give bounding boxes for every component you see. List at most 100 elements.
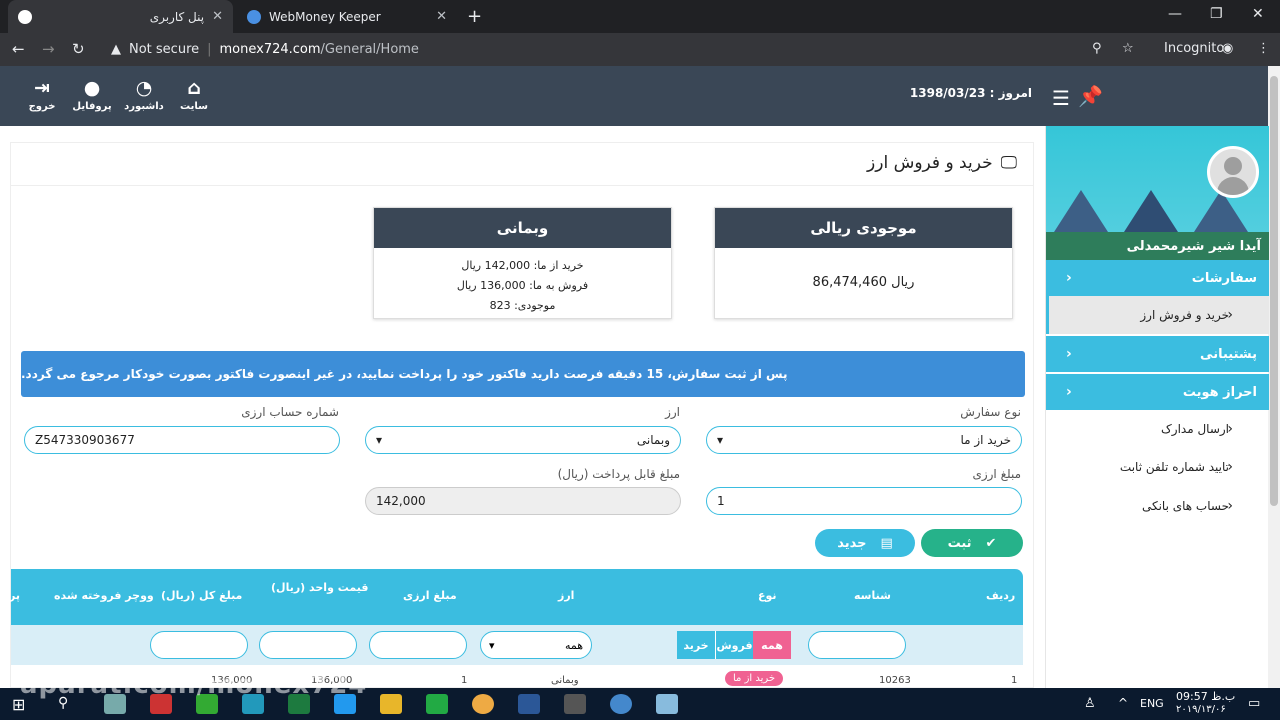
zoom-icon[interactable]: ⚲ [1092,41,1102,56]
maximize-icon[interactable]: ❐ [1210,6,1223,22]
calculator-icon[interactable] [564,694,586,714]
sidebar-item-buy-sell[interactable]: خرید و فروش ارز‹ [1046,296,1269,334]
filter-id-input[interactable] [808,631,906,659]
sidebar-item-support[interactable]: پشتیبانی‹ [1046,336,1269,372]
new-tab-button[interactable]: + [467,6,482,27]
chevron-left-icon: ‹ [1066,270,1072,286]
tab-title: پنل کاربری [40,10,204,24]
type-filter: خرید فروش همه [677,631,791,659]
tab-user-panel[interactable]: پنل کاربری ✕ [8,0,233,33]
language-indicator[interactable]: ENG [1140,697,1164,710]
avatar-head [1224,157,1242,175]
forward-icon[interactable]: → [42,40,55,58]
site-button[interactable]: ⌂سایت [172,78,216,112]
security-label: Not secure [129,42,199,57]
save-button[interactable]: ثبت ✔ [921,529,1023,557]
incognito-label: Incognito [1164,41,1224,56]
app-icon[interactable] [426,694,448,714]
account-input[interactable]: Z547330903677 [24,426,340,454]
minimize-icon[interactable]: — [1168,6,1182,22]
col-more: پر [9,589,20,602]
save-label: ثبت [948,536,972,551]
profile-button[interactable]: ●پروفایل [70,78,114,112]
word-icon[interactable] [518,694,540,714]
card-title: موجودی ریالی [715,208,1012,248]
hamburger-icon[interactable]: ☰ [1052,86,1070,110]
currency-select[interactable]: وبمانی ▾ [365,426,681,454]
filter-currency-select[interactable]: همه▾ [480,631,592,659]
sidebar-item-orders[interactable]: سفارشات‹ [1046,260,1269,296]
profile-banner: آیدا شیر شیرمحمدلی [1046,126,1269,260]
file-icon: ▤ [880,536,892,551]
pin-icon[interactable]: 📌 [1078,84,1103,108]
new-button[interactable]: جدید▤ [815,529,915,557]
caret-down-icon: ▾ [376,433,382,447]
card-title: وبمانی [374,208,671,248]
webmoney-card: وبمانی خرید از ما: 142,000 ریال فروش به … [373,207,672,319]
star-icon[interactable]: ☆ [1122,41,1134,56]
url-field[interactable]: ▲ Not secure | monex724.com/General/Home [105,37,1155,62]
filter-unit-price-input[interactable] [259,631,357,659]
sidebar-item-bank-accounts[interactable]: حساب های بانکی‹ [1046,487,1269,525]
check-icon: ✔ [986,536,997,551]
col-voucher: ووچر فروخته شده [54,589,154,602]
app-header: ⇥خروج ●پروفایل ◔داشبورد ⌂سایت امروز : 13… [0,66,1268,126]
chevron-up-icon[interactable]: ^ [1118,696,1128,710]
buy-price: خرید از ما: 142,000 ریال [374,256,671,276]
rial-balance-value: 86,474,460 ریال [715,248,1012,293]
filter-sell-button[interactable]: فروش [715,631,753,659]
sidebar-item-documents[interactable]: ارسال مدارک‹ [1046,410,1269,448]
window-close-icon[interactable]: ✕ [1252,6,1264,22]
page-title: 🖵خرید و فروش ارز [867,153,1017,173]
chevron-left-icon: ‹ [1227,459,1233,475]
dashboard-button[interactable]: ◔داشبورد [122,78,166,112]
stock: موجودی: 823 [374,296,671,316]
caret-down-icon: ▾ [717,433,723,447]
chrome-icon[interactable] [472,694,494,714]
reload-icon[interactable]: ↻ [72,40,85,58]
col-type: نوع [758,589,777,602]
order-type-select[interactable]: خرید از ما▾ [706,426,1022,454]
filter-buy-button[interactable]: خرید [677,631,715,659]
watermark: aparat.com/monex724 [20,670,367,700]
sidebar-item-verification[interactable]: احراز هویت ‹ [1046,374,1269,410]
incognito-icon[interactable]: ◉ [1222,41,1233,56]
url-separator: | [207,42,211,57]
sidebar-item-label: پشتیبانی [1200,347,1257,362]
payable-label: مبلغ قابل پرداخت (ریال) [558,467,680,481]
app-icon[interactable] [610,694,632,714]
globe-icon [18,10,32,24]
address-bar: ← → ↻ ▲ Not secure | monex724.com/Genera… [0,33,1280,66]
filter-total-input[interactable] [150,631,248,659]
scrollbar-thumb[interactable] [1270,76,1278,506]
people-icon[interactable]: ♙ [1084,696,1096,711]
app-icon[interactable] [656,694,678,714]
page-scrollbar[interactable] [1268,66,1280,688]
currency-label: ارز [665,405,680,419]
sidebar-item-label: احراز هویت [1183,385,1257,400]
sidebar-item-phone[interactable]: تایید شماره تلفن ثابت‹ [1046,448,1269,486]
sell-price: فروش به ما: 136,000 ریال [374,276,671,296]
filter-all-button[interactable]: همه [753,631,791,659]
notification-icon[interactable]: ▭ [1248,696,1260,711]
close-tab-icon[interactable]: ✕ [436,9,447,24]
chevron-left-icon: ‹ [1227,498,1233,514]
user-icon: ● [70,78,114,98]
sidebar-item-label: حساب های بانکی [1142,499,1229,513]
filter-amount-input[interactable] [369,631,467,659]
logout-button[interactable]: ⇥خروج [20,78,64,112]
card-body: خرید از ما: 142,000 ریال فروش به ما: 136… [374,248,671,316]
folder-icon[interactable] [380,694,402,714]
url-domain: monex724.com [220,42,321,57]
currency-value: وبمانی [637,433,670,447]
col-unit-price: قیمت واحد (ریال) [271,581,368,594]
sidebar-item-label: ارسال مدارک [1161,422,1229,436]
chevron-left-icon: ‹ [1066,384,1072,400]
sidebar-item-label: تایید شماره تلفن ثابت [1120,460,1229,474]
tab-webmoney[interactable]: WebMoney Keeper ✕ [237,0,457,33]
avatar[interactable] [1207,146,1259,198]
amount-input[interactable]: 1 [706,487,1022,515]
back-icon[interactable]: ← [12,40,25,58]
menu-icon[interactable]: ⋮ [1257,41,1270,56]
close-tab-icon[interactable]: ✕ [212,9,223,24]
